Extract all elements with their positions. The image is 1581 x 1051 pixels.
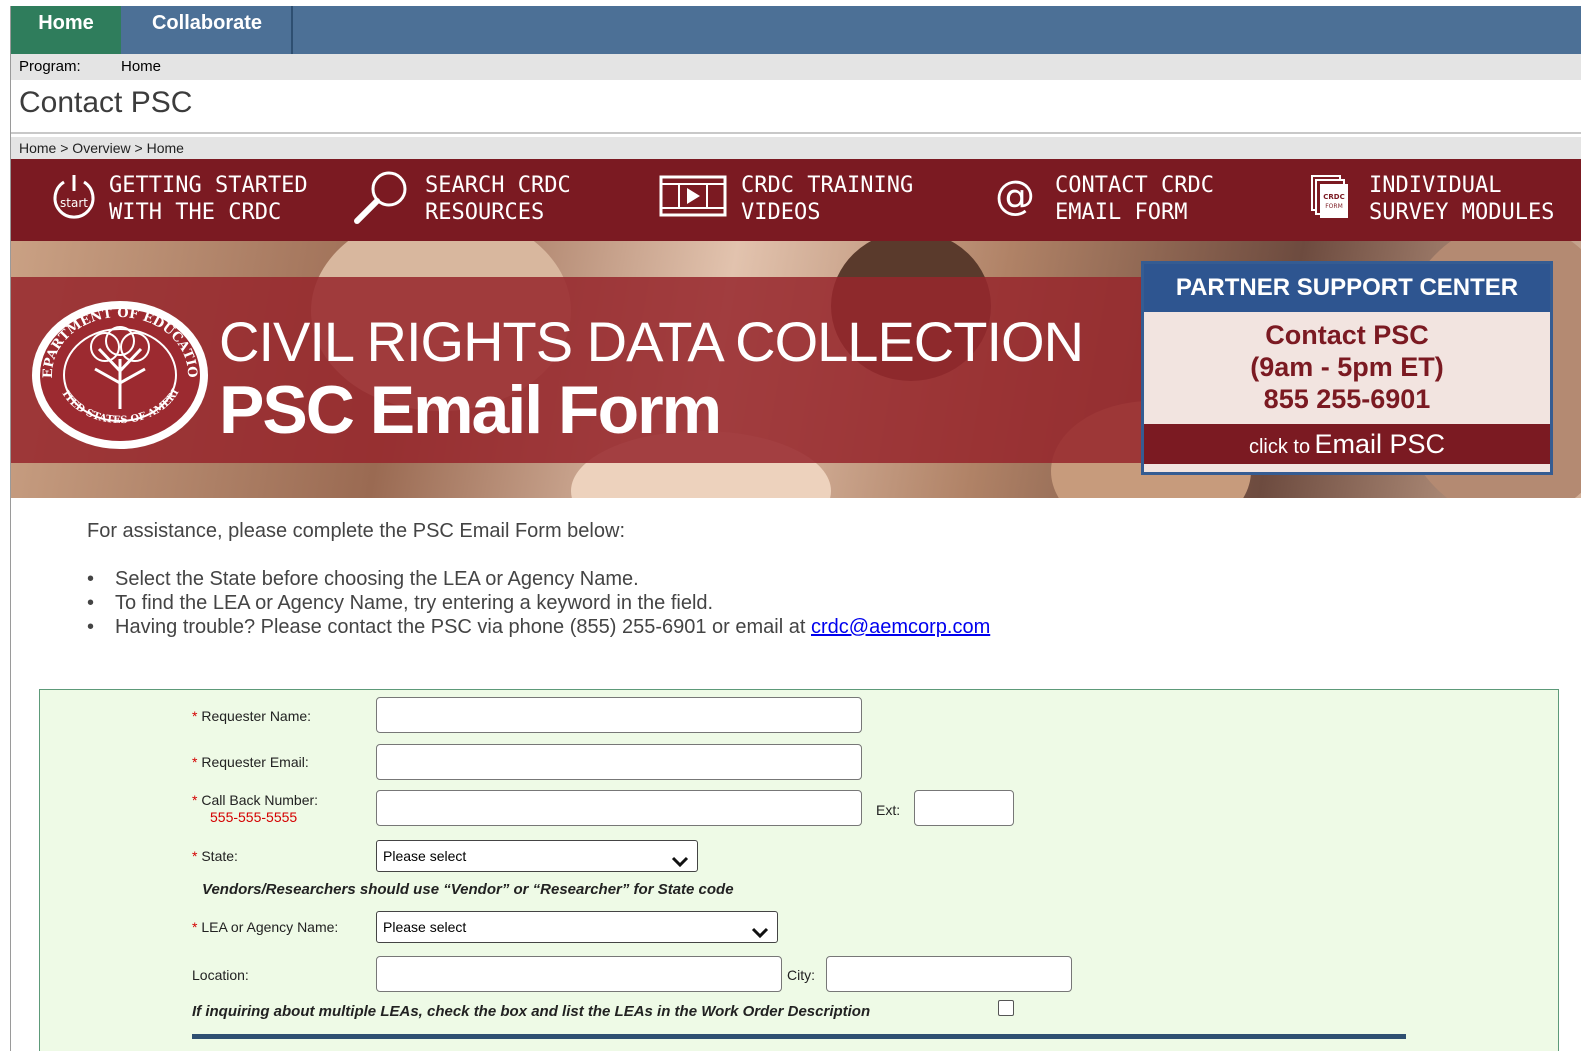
training-line2: VIDEOS <box>741 200 821 225</box>
ext-input[interactable] <box>914 790 1014 826</box>
multiple-lea-note: If inquiring about multiple LEAs, check … <box>192 1003 871 1020</box>
chevron-down-icon <box>751 920 769 950</box>
vendor-researcher-note: Vendors/Researchers should use “Vendor” … <box>202 881 734 898</box>
email-psc-label: Email PSC <box>1314 429 1446 459</box>
breadcrumb-text[interactable]: Home > Overview > Home <box>19 137 184 159</box>
training-line1: CRDC TRAINING <box>741 173 914 198</box>
list-item: • Select the State before choosing the LE… <box>87 568 639 590</box>
partner-support-box[interactable]: PARTNER SUPPORT CENTER Contact PSC (9am … <box>1141 261 1553 475</box>
requester-email-label: * Requester Email: <box>192 754 309 770</box>
modules-line2: SURVEY MODULES <box>1369 200 1555 225</box>
psc-hours: (9am - 5pm ET) <box>1250 352 1444 382</box>
nav-getting-started[interactable]: start GETTING STARTED WITH THE CRDC <box>47 159 337 241</box>
ext-label: Ext: <box>876 802 901 818</box>
search-line1: SEARCH CRDC <box>425 173 571 198</box>
psc-email-form: * Requester Name: * Requester Email: * C… <box>39 689 1559 1051</box>
nav-training-videos[interactable]: CRDC TRAINING VIDEOS <box>659 159 949 241</box>
getting-started-line2: WITH THE CRDC <box>109 200 282 225</box>
svg-text:start: start <box>60 196 88 210</box>
banner-subtitle: PSC Email Form <box>219 372 722 448</box>
tab-collaborate[interactable]: Collaborate <box>123 6 293 54</box>
email-psc-link[interactable]: click to Email PSC <box>1144 424 1550 464</box>
callback-number-label: * Call Back Number: <box>192 792 319 808</box>
department-seal-icon: DEPARTMENT OF EDUCATION UNITED STATES OF… <box>23 286 211 458</box>
psc-contact: Contact PSC <box>1265 320 1429 350</box>
crdc-icon-bar: start GETTING STARTED WITH THE CRDC SEAR… <box>11 159 1581 241</box>
lea-select[interactable]: Please select <box>376 911 778 943</box>
city-input[interactable] <box>826 956 1072 992</box>
svg-text:FORM: FORM <box>1325 203 1343 210</box>
psc-header: PARTNER SUPPORT CENTER <box>1144 264 1550 312</box>
requester-name-input[interactable] <box>376 697 862 733</box>
start-power-icon: start <box>47 169 101 228</box>
callback-number-input[interactable] <box>376 790 862 826</box>
psc-phone: 855 255-6901 <box>1263 384 1431 414</box>
state-label: * State: <box>192 848 238 864</box>
nav-contact-email[interactable]: @ CONTACT CRDC EMAIL FORM <box>995 159 1285 241</box>
multiple-lea-checkbox[interactable] <box>998 1000 1014 1016</box>
instructions-list: • Select the State before choosing the LE… <box>87 567 990 639</box>
svg-text:CRDC: CRDC <box>1323 193 1344 201</box>
lea-selected-value: Please select <box>383 919 467 935</box>
at-icon: @ <box>995 173 1035 219</box>
location-label: Location: <box>192 967 249 983</box>
nav-search-resources[interactable]: SEARCH CRDC RESOURCES <box>351 159 641 241</box>
tab-home[interactable]: Home <box>11 6 121 54</box>
magnifier-icon <box>351 167 411 232</box>
list-item: • To find the LEA or Agency Name, try ent… <box>87 592 714 614</box>
program-bar: Program: Home <box>11 54 1581 80</box>
program-label: Program: <box>19 58 81 75</box>
top-nav: Home Collaborate <box>11 6 1581 54</box>
state-selected-value: Please select <box>383 848 467 864</box>
film-icon <box>659 175 727 222</box>
app-frame: Home Collaborate Program: Home Contact P… <box>10 6 1581 1051</box>
nav-survey-modules[interactable]: CRDC FORM INDIVIDUAL SURVEY MODULES <box>1311 159 1581 241</box>
title-divider <box>11 132 1581 134</box>
forms-icon: CRDC FORM <box>1311 175 1351 226</box>
contact-line2: EMAIL FORM <box>1055 200 1188 225</box>
search-line2: RESOURCES <box>425 200 545 225</box>
callback-format-hint: 555-555-5555 <box>210 809 298 825</box>
breadcrumb: Home > Overview > Home <box>11 137 1581 159</box>
contact-line1: CONTACT CRDC <box>1055 173 1214 198</box>
location-input[interactable] <box>376 956 782 992</box>
state-select[interactable]: Please select <box>376 840 698 872</box>
banner-title: CIVIL RIGHTS DATA COLLECTION <box>219 310 1084 373</box>
hero-banner: DEPARTMENT OF EDUCATION UNITED STATES OF… <box>11 241 1581 498</box>
list-item: • Having trouble? Please contact the PSC … <box>87 616 991 638</box>
chevron-down-icon <box>671 849 689 879</box>
lea-label: * LEA or Agency Name: <box>192 919 339 935</box>
city-label: City: <box>787 967 815 983</box>
requester-email-input[interactable] <box>376 744 862 780</box>
support-email-link[interactable]: crdc@aemcorp.com <box>811 616 990 638</box>
program-value[interactable]: Home <box>121 54 161 80</box>
getting-started-line1: GETTING STARTED <box>109 173 308 198</box>
modules-line1: INDIVIDUAL <box>1369 173 1502 198</box>
instructions-intro: For assistance, please complete the PSC … <box>87 520 625 542</box>
form-divider <box>192 1034 1406 1039</box>
email-psc-prefix: click to <box>1248 436 1311 458</box>
page-title: Contact PSC <box>19 86 193 119</box>
requester-name-label: * Requester Name: <box>192 708 312 724</box>
